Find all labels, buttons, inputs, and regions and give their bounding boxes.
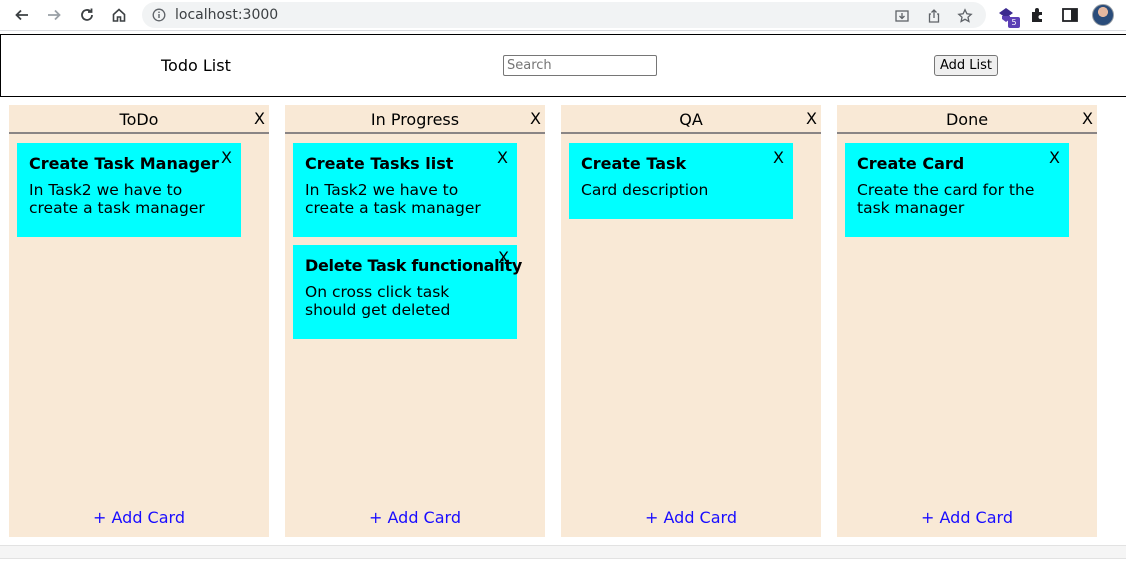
back-icon[interactable]: [12, 5, 32, 25]
puzzle-icon[interactable]: [1028, 5, 1048, 25]
share-icon[interactable]: [926, 8, 942, 24]
column-title: ToDo: [119, 110, 159, 129]
column-todo: ToDo X Create Task Manager In Task2 we h…: [9, 105, 269, 537]
card-close-button[interactable]: X: [773, 148, 784, 167]
profile-avatar[interactable]: [1092, 4, 1114, 26]
card-close-button[interactable]: X: [1049, 148, 1060, 167]
card-close-button[interactable]: X: [498, 248, 509, 267]
column-in-progress: In Progress X Create Tasks list In Task2…: [285, 105, 545, 537]
column-title: Done: [945, 110, 989, 129]
card-title: Create Card: [857, 154, 965, 173]
install-icon[interactable]: [894, 8, 910, 24]
card-description: In Task2 we have to create a task manage…: [29, 181, 205, 217]
column-close-button[interactable]: X: [530, 109, 541, 128]
column-qa: QA X Create Task Card description X + Ad…: [561, 105, 821, 537]
column-close-button[interactable]: X: [1082, 109, 1093, 128]
extension-badge: 5: [1008, 17, 1020, 28]
column-close-button[interactable]: X: [254, 109, 265, 128]
column-header: ToDo X: [9, 105, 269, 134]
card-close-button[interactable]: X: [497, 148, 508, 167]
info-icon[interactable]: [152, 8, 166, 22]
task-card[interactable]: Create Task Card description X: [569, 143, 793, 219]
reload-icon[interactable]: [77, 5, 97, 25]
task-card[interactable]: Create Card Create the card for the task…: [845, 143, 1069, 237]
column-close-button[interactable]: X: [806, 109, 817, 128]
card-title: Delete Task functionality: [305, 256, 523, 275]
add-card-button[interactable]: + Add Card: [837, 508, 1097, 527]
app-header: Todo List Add List: [0, 34, 1126, 97]
add-card-button[interactable]: + Add Card: [561, 508, 821, 527]
column-header: In Progress X: [285, 105, 545, 134]
card-description: In Task2 we have to create a task manage…: [305, 181, 481, 217]
sidepanel-icon[interactable]: [1060, 5, 1080, 25]
task-card[interactable]: Create Tasks list In Task2 we have to cr…: [293, 143, 517, 237]
star-icon[interactable]: [957, 8, 973, 24]
add-list-button[interactable]: Add List: [934, 55, 998, 76]
column-header: Done X: [837, 105, 1097, 134]
add-card-button[interactable]: + Add Card: [285, 508, 545, 527]
search-input[interactable]: [503, 55, 657, 76]
card-title: Create Task Manager: [29, 154, 219, 173]
app-title: Todo List: [161, 56, 231, 75]
card-close-button[interactable]: X: [221, 148, 232, 167]
column-title: In Progress: [370, 110, 460, 129]
card-description: On cross click task should get deleted: [305, 283, 451, 319]
card-description: Card description: [581, 181, 709, 199]
card-description: Create the card for the task manager: [857, 181, 1035, 217]
add-card-button[interactable]: + Add Card: [9, 508, 269, 527]
column-done: Done X Create Card Create the card for t…: [837, 105, 1097, 537]
address-bar[interactable]: localhost:3000: [142, 2, 986, 28]
task-card[interactable]: Delete Task functionality On cross click…: [293, 245, 523, 339]
url-text[interactable]: localhost:3000: [175, 7, 278, 23]
column-header: QA X: [561, 105, 821, 134]
browser-toolbar: localhost:3000 5: [0, 0, 1126, 31]
forward-icon[interactable]: [44, 5, 64, 25]
task-card[interactable]: Create Task Manager In Task2 we have to …: [17, 143, 241, 237]
horizontal-scrollbar[interactable]: [0, 545, 1126, 559]
card-title: Create Task: [581, 154, 687, 173]
column-title: QA: [679, 110, 703, 129]
card-title: Create Tasks list: [305, 154, 454, 173]
home-icon[interactable]: [109, 5, 129, 25]
